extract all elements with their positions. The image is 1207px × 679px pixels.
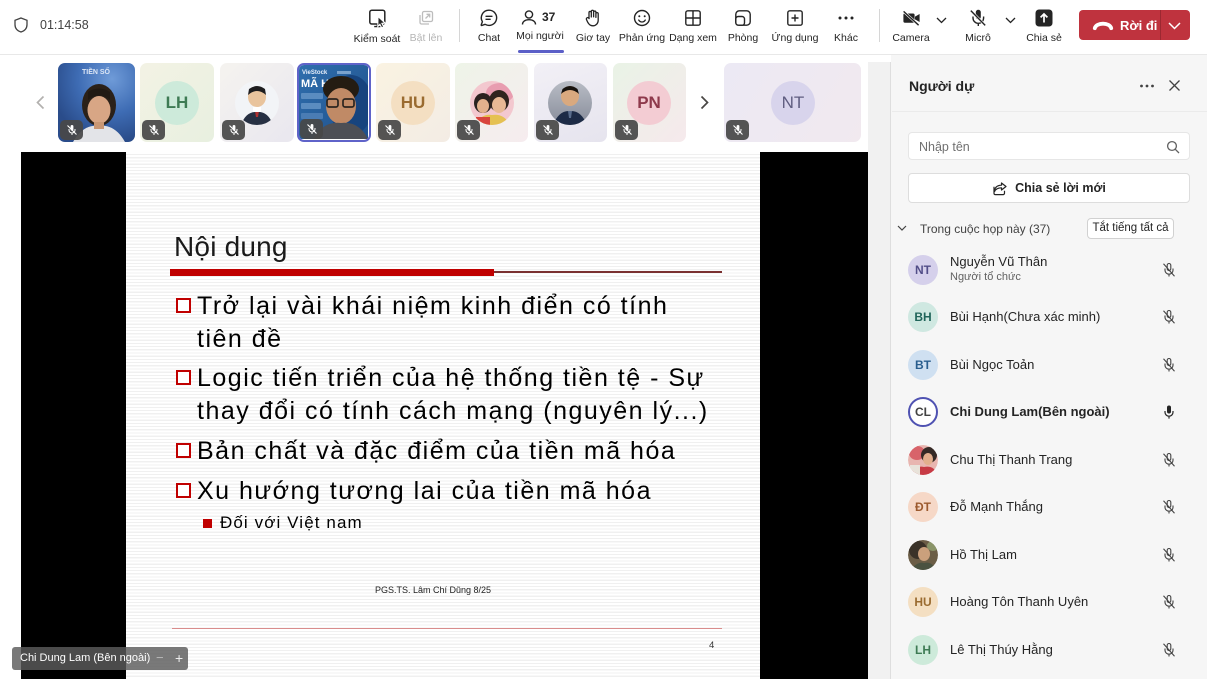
svg-text:VieStock: VieStock — [302, 70, 328, 76]
